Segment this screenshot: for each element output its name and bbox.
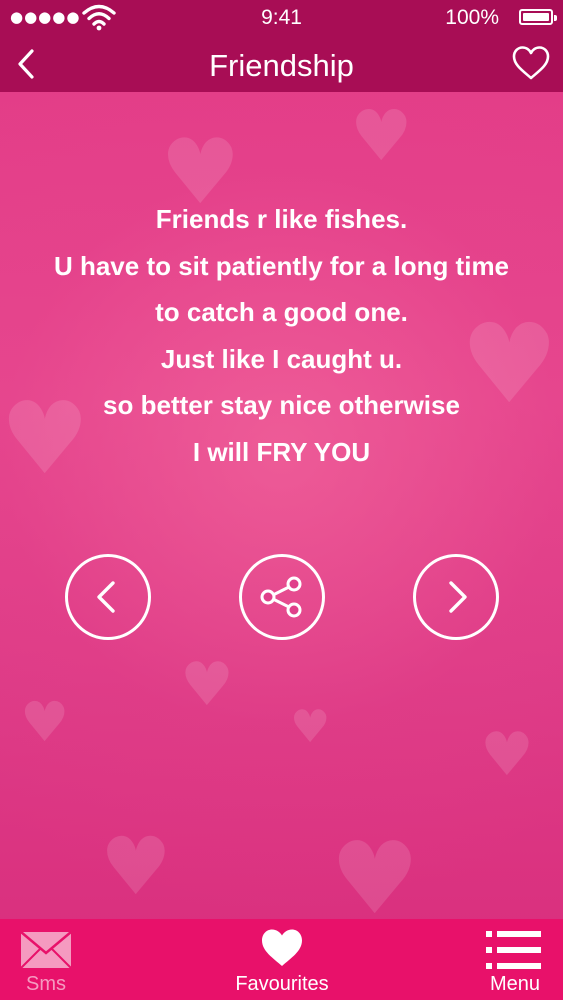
chevron-left-icon [18,49,34,79]
tab-favourites[interactable]: Favourites [222,919,342,1000]
chevron-left-circle-icon [97,581,115,613]
envelope-icon [20,931,72,969]
favorite-button[interactable] [511,44,551,84]
tab-bar: Sms Favourites Menu [0,919,563,1000]
tab-sms[interactable]: Sms [0,919,92,1000]
tab-menu-label: Menu [489,973,541,995]
share-icon [260,576,302,618]
status-bar: ●●●●● 9:41 100% [0,0,563,36]
quote-line: Just like I caught u. [160,343,403,374]
back-button[interactable] [12,48,44,80]
decorative-heart: ♥ [350,95,413,177]
list-icon [486,931,541,969]
background [0,0,563,1000]
decorative-heart: ♥ [180,650,234,720]
quote-line: Friends r like fishes. [155,204,408,234]
decorative-heart: ♥ [20,690,70,754]
next-button[interactable] [413,554,499,640]
previous-button[interactable] [65,554,151,640]
tab-favourites-label: Favourites [235,973,329,995]
navigation-bar: Friendship [0,36,563,92]
page-title: Friendship [209,48,354,83]
heart-icon [262,929,302,966]
decorative-heart: ♥ [290,700,331,753]
heart-outline-icon [512,46,550,80]
quote-line: so better stay nice otherwise [103,390,460,420]
tab-menu[interactable]: Menu [475,919,555,1000]
quote-line: I will FRY YOU [192,436,371,467]
quote-line: U have to sit patiently for a long time [53,250,510,281]
battery-icon [519,9,557,25]
quote-text: Friends r like fishes. U have to sit pat… [0,196,563,475]
share-button[interactable] [239,554,325,640]
quote-line: to catch a good one. [155,297,408,327]
tab-sms-label: Sms [26,973,66,995]
decorative-heart: ♥ [100,820,172,913]
chevron-right-circle-icon [449,581,467,613]
battery-percentage: 100% [445,6,499,29]
decorative-heart: ♥ [480,720,534,790]
